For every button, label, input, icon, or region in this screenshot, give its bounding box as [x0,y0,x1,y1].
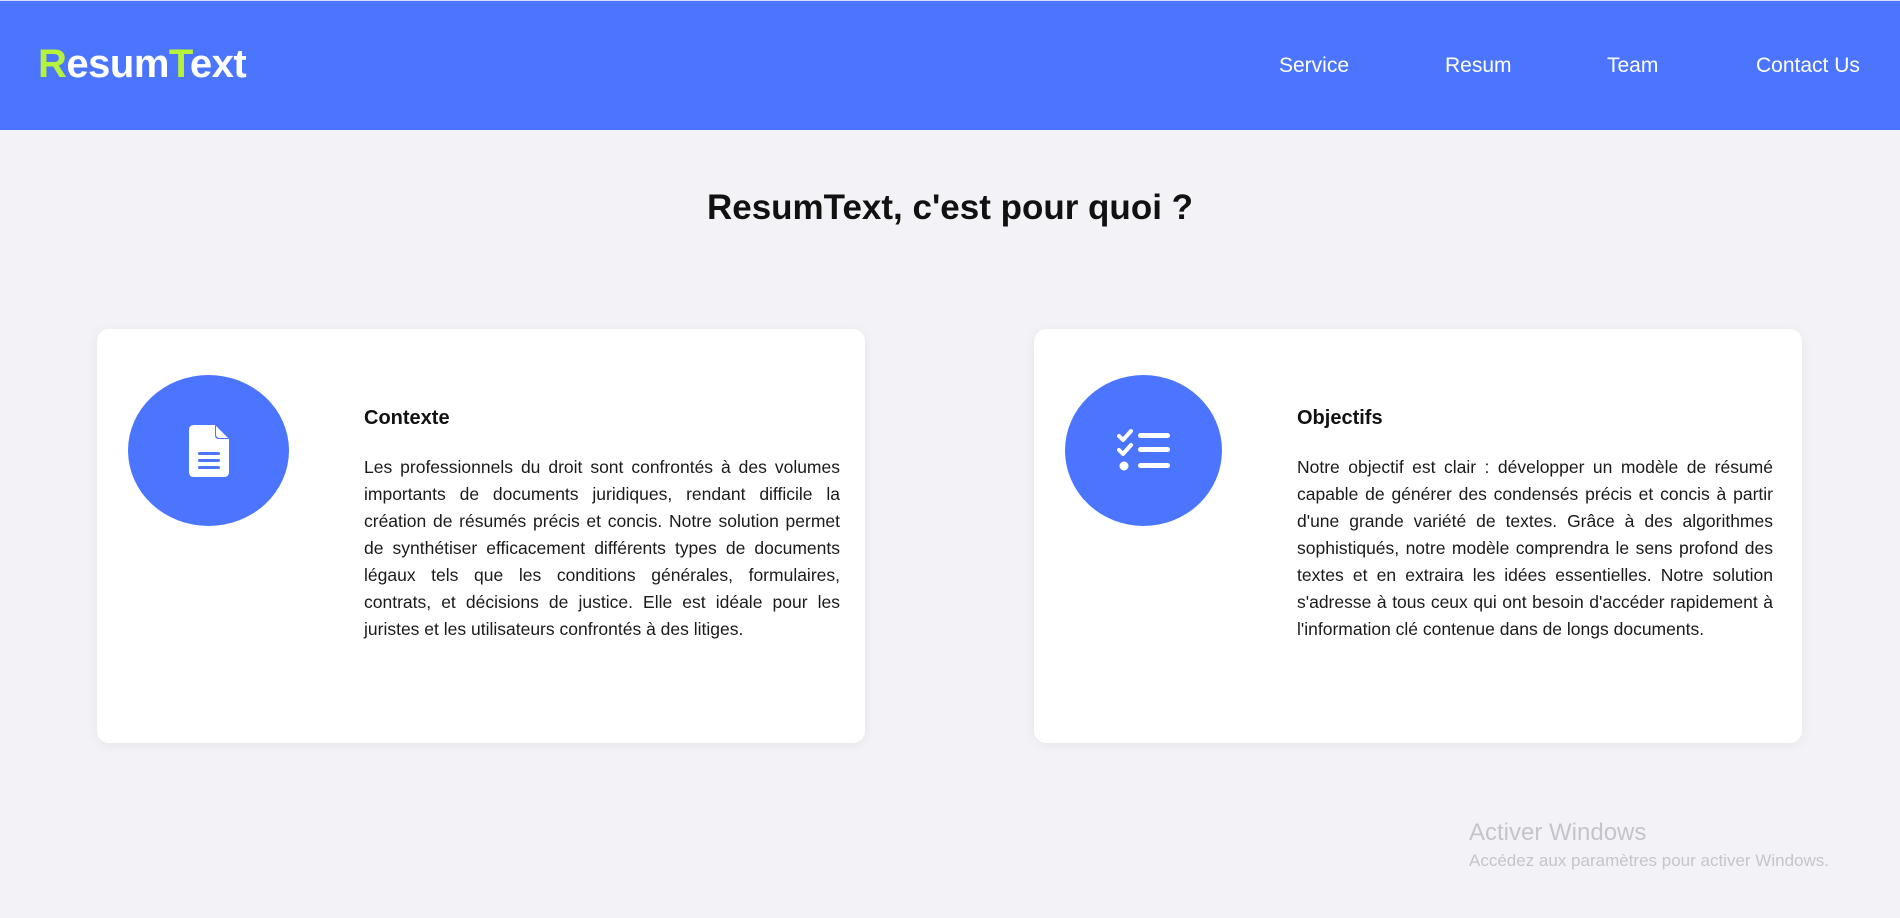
nav-service-link[interactable]: Service [1279,51,1349,81]
nav-contact-us-link[interactable]: Contact Us [1756,51,1860,81]
card-icon-circle [128,375,289,526]
site-header: ResumText Service Resum Team Contact Us [0,0,1900,130]
nav-team-link[interactable]: Team [1607,51,1658,81]
watermark-subtitle: Accédez aux paramètres pour activer Wind… [1469,851,1829,870]
checklist-icon [1116,428,1170,470]
page-title: ResumText, c'est pour quoi ? [706,188,1194,227]
document-icon [188,424,229,477]
card-title: Objectifs [1297,407,1383,429]
main-nav: Service Resum Team Contact Us [0,51,1900,81]
card-contexte: Contexte Les professionnels du droit son… [97,329,865,743]
nav-resum-link[interactable]: Resum [1445,51,1512,81]
card-objectifs: Objectifs Notre objectif est clair : dév… [1034,329,1802,743]
windows-activation-watermark: Activer Windows Accédez aux paramètres p… [1469,817,1829,873]
card-title: Contexte [364,407,450,429]
card-icon-circle [1065,375,1222,526]
card-text: Notre objectif est clair : développer un… [1297,457,1773,639]
watermark-title: Activer Windows [1469,819,1647,846]
card-text: Les professionnels du droit sont confron… [364,457,840,639]
